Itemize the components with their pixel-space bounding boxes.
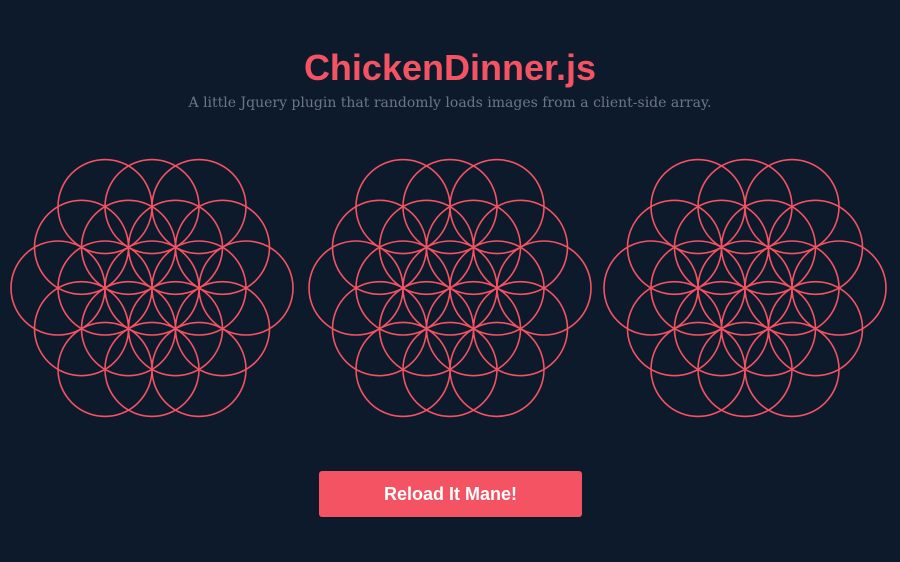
- flower-of-life-icon: [308, 158, 592, 418]
- flower-of-life-icon: [10, 158, 294, 418]
- reload-button[interactable]: Reload It Mane!: [319, 471, 582, 517]
- random-image-1: [7, 150, 297, 430]
- random-image-3: [600, 150, 890, 430]
- page-title: ChickenDinner.js: [303, 47, 597, 88]
- flower-of-life-icon: [603, 158, 887, 418]
- page-subtitle: A little Jquery plugin that randomly loa…: [188, 95, 712, 111]
- page: ChickenDinner.js A little Jquery plugin …: [0, 0, 900, 562]
- random-image-2: [305, 150, 595, 430]
